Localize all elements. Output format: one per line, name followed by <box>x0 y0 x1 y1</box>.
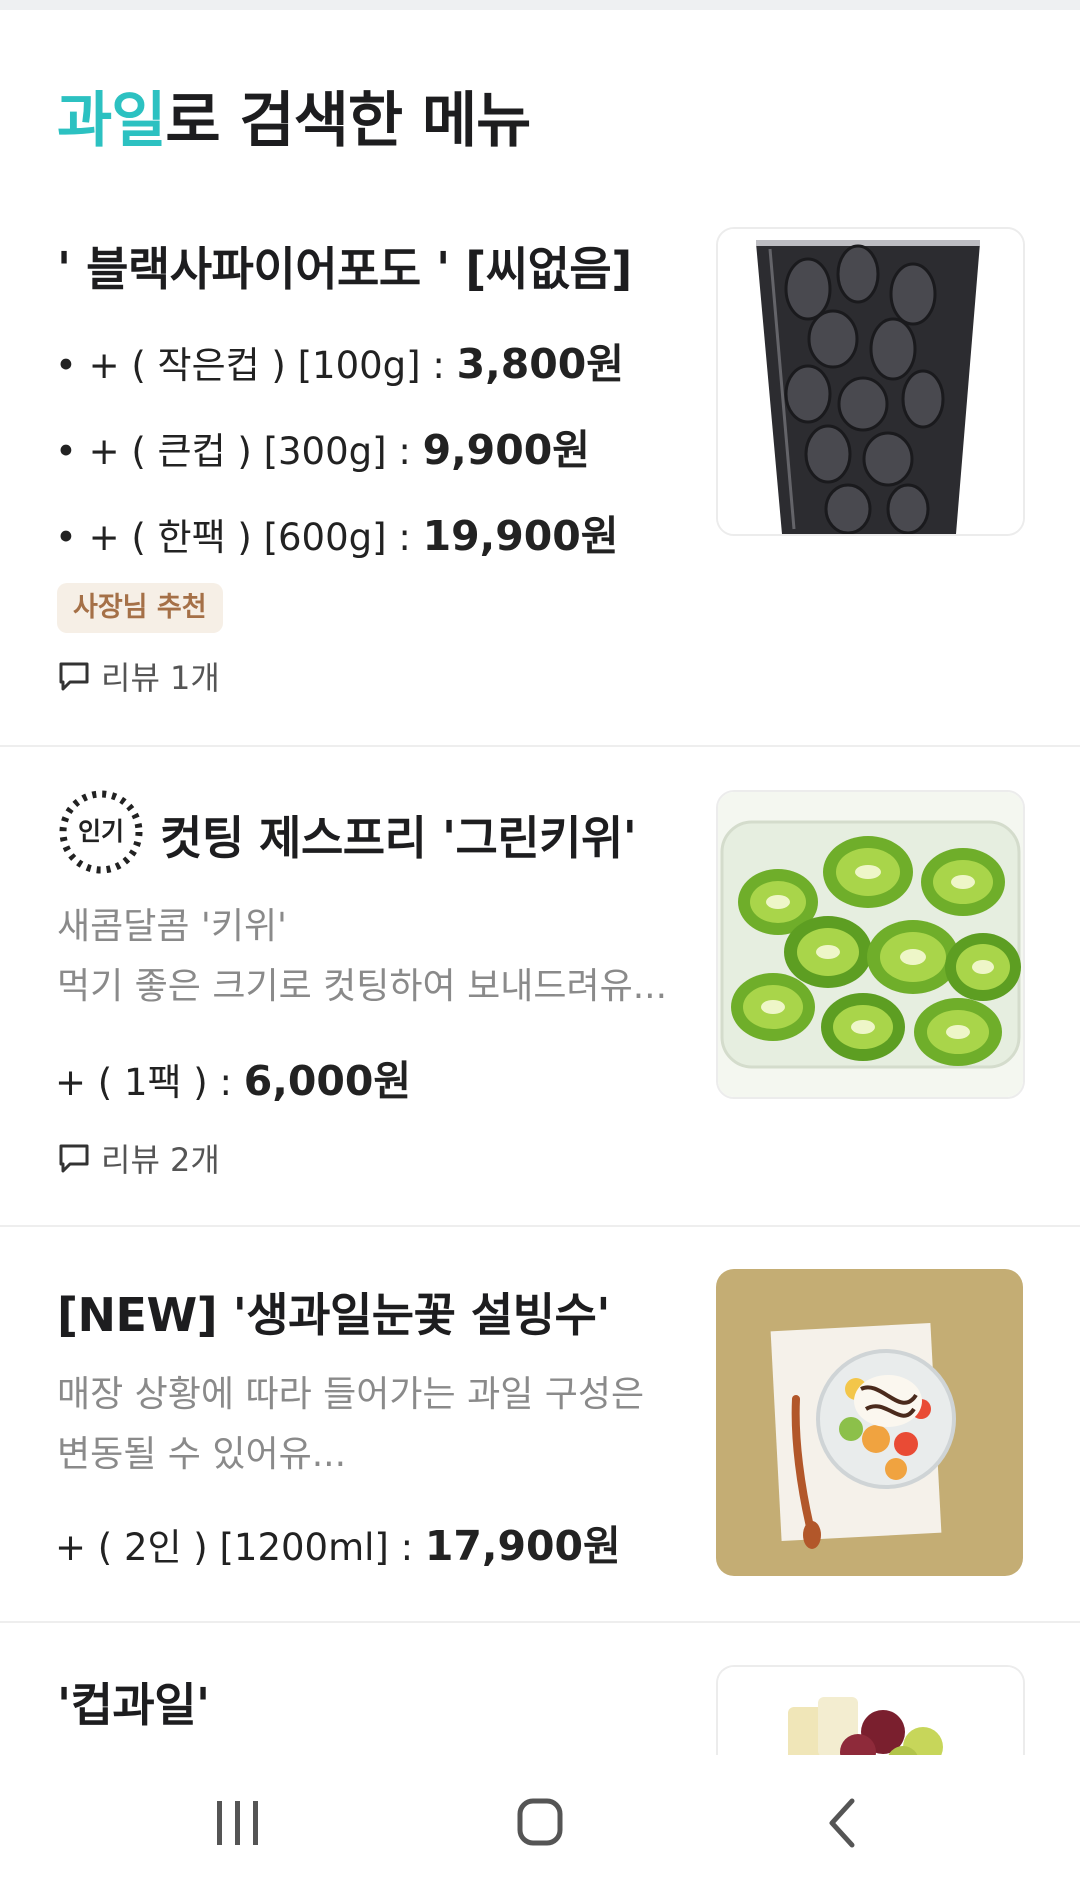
option-price: 17,900원 <box>424 1522 621 1570</box>
menu-option: • + ( 한팩 ) [600g] : 19,900원 <box>55 502 619 562</box>
comment-icon <box>59 1144 89 1173</box>
menu-option: + ( 2인 ) [1200ml] : 17,900원 <box>55 1512 621 1572</box>
option-price: 19,900원 <box>422 512 619 560</box>
menu-item-description: 매장 상황에 따라 들어가는 과일 구성은 변동될 수 있어유... <box>57 1365 644 1485</box>
popular-label: 인기 <box>77 817 124 846</box>
description-line: 변동될 수 있어유... <box>57 1434 347 1475</box>
option-label: • + ( 작은컵 ) [100g] : <box>55 344 457 387</box>
menu-item-kiwi[interactable]: 인기 컷팅 제스프리 '그린키위' 새콤달콤 '키위' 먹기 좋은 크기로 컷팅… <box>0 747 1080 1225</box>
menu-item-image <box>716 1665 1025 1755</box>
description-line: 새콤달콤 '키위' <box>57 906 287 947</box>
option-price: 9,900원 <box>422 426 590 474</box>
option-label: + ( 1팩 ) : <box>55 1061 244 1104</box>
option-label: • + ( 한팩 ) [600g] : <box>55 516 423 559</box>
menu-option: + ( 1팩 ) : 6,000원 <box>55 1047 411 1107</box>
recent-apps-button[interactable] <box>198 1793 278 1853</box>
menu-item-grape[interactable]: ' 블랙사파이어포도 ' [씨없음] • + ( 작은컵 ) [100g] : … <box>0 0 1080 745</box>
review-count: 리뷰 1개 <box>57 653 220 699</box>
system-navigation-bar <box>0 1755 1080 1891</box>
description-line: 매장 상황에 따라 들어가는 과일 구성은 <box>57 1374 645 1415</box>
menu-item-title: 컷팅 제스프리 '그린키위' <box>160 811 637 865</box>
review-count: 리뷰 2개 <box>57 1135 220 1181</box>
menu-option: • + ( 큰컵 ) [300g] : 9,900원 <box>55 416 590 476</box>
recent-apps-icon <box>217 1801 258 1845</box>
review-label: 리뷰 1개 <box>101 659 220 697</box>
home-button[interactable] <box>500 1793 580 1853</box>
menu-item-title: ' 블랙사파이어포도 ' [씨없음] <box>57 242 632 296</box>
menu-item-bingsu[interactable]: [NEW] '생과일눈꽃 설빙수' 매장 상황에 따라 들어가는 과일 구성은 … <box>0 1227 1080 1621</box>
option-price: 3,800원 <box>456 340 625 388</box>
owner-recommend-badge: 사장님 추천 <box>57 583 223 633</box>
option-label: + ( 2인 ) [1200ml] : <box>55 1526 425 1569</box>
option-label: • + ( 큰컵 ) [300g] : <box>55 430 423 473</box>
menu-item-image <box>716 790 1025 1099</box>
menu-item-cup-fruit[interactable]: '컵과일' <box>0 1623 1080 1755</box>
menu-item-title: [NEW] '생과일눈꽃 설빙수' <box>57 1288 610 1342</box>
popular-badge: 인기 <box>57 788 145 876</box>
menu-item-title: '컵과일' <box>57 1678 210 1732</box>
review-label: 리뷰 2개 <box>101 1141 220 1179</box>
option-price: 6,000원 <box>243 1057 412 1105</box>
home-icon <box>517 1798 563 1846</box>
menu-item-image <box>716 227 1025 536</box>
back-icon <box>829 1798 855 1848</box>
description-line: 먹기 좋은 크기로 컷팅하여 보내드려유... <box>57 966 668 1007</box>
menu-item-image <box>716 1269 1023 1576</box>
menu-option: • + ( 작은컵 ) [100g] : 3,800원 <box>55 330 624 390</box>
comment-icon <box>59 662 89 691</box>
back-button[interactable] <box>802 1793 882 1853</box>
menu-item-description: 새콤달콤 '키위' 먹기 좋은 크기로 컷팅하여 보내드려유... <box>57 897 667 1017</box>
